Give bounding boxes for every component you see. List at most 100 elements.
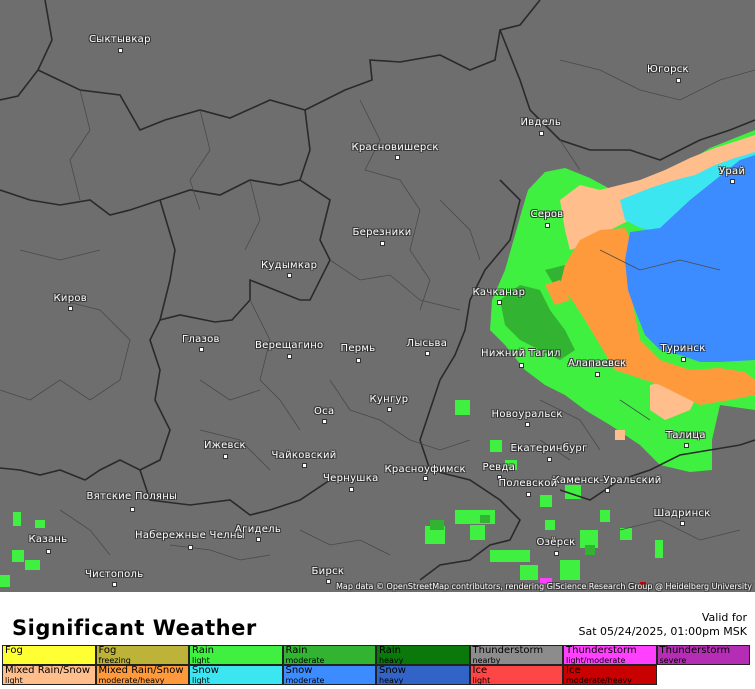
legend-title: Snow <box>285 665 313 676</box>
city-label: Красновишерск <box>351 142 439 153</box>
city-label: Екатеринбург <box>510 443 588 454</box>
city-marker <box>380 241 385 246</box>
city-label: Ижевск <box>204 440 246 451</box>
legend-item: Thunderstorm light/moderate <box>563 645 657 665</box>
legend-subtitle: moderate/heavy <box>566 676 632 685</box>
city-label: Глазов <box>182 334 220 345</box>
city-marker <box>322 419 327 424</box>
city-marker <box>68 306 73 311</box>
weather-map[interactable]: Сыктывкар Югорск Ивдель Красновишерск Урай Се… <box>0 0 755 592</box>
map-attribution[interactable]: Map data © OpenStreetMap contributors, r… <box>336 582 752 591</box>
city-marker <box>349 487 354 492</box>
city-marker <box>684 443 689 448</box>
city-marker <box>497 300 502 305</box>
city-marker <box>680 521 685 526</box>
city-marker <box>46 549 51 554</box>
legend-title: Rain <box>192 645 214 656</box>
city-marker <box>423 476 428 481</box>
legend-item: Rain moderate <box>282 645 376 665</box>
legend-title: Rain <box>379 645 401 656</box>
city-marker <box>681 357 686 362</box>
city-marker <box>525 422 530 427</box>
city-label: Чернушка <box>323 473 379 484</box>
city-label: Оса <box>314 406 335 417</box>
city-marker <box>130 507 135 512</box>
legend-title: Mixed Rain/Snow <box>5 665 91 676</box>
city-label: Пермь <box>340 343 376 354</box>
page-title: Significant Weather <box>12 616 257 640</box>
legend-item: Ice light <box>469 665 563 685</box>
city-label: Алапаевск <box>568 358 627 369</box>
legend-title: Ice <box>566 665 581 676</box>
city-marker <box>545 223 550 228</box>
legend-title: Rain <box>285 645 308 656</box>
map-canvas <box>0 0 755 588</box>
legend-item: Fog freezing <box>95 645 189 665</box>
legend-title: Fog <box>5 645 23 656</box>
city-marker <box>547 457 552 462</box>
legend-item: Mixed Rain/Snow light <box>2 665 96 685</box>
legend-title: Fog <box>98 645 117 656</box>
legend-item: Ice moderate/heavy <box>563 665 657 685</box>
legend-item: Mixed Rain/Snow moderate/heavy <box>95 665 189 685</box>
legend-subtitle: nearby <box>472 656 501 665</box>
valid-label: Valid for <box>701 611 747 624</box>
legend-subtitle: light <box>192 656 210 665</box>
city-marker <box>730 179 735 184</box>
city-label: Ивдель <box>520 117 562 128</box>
city-label: Набережные Челны <box>135 530 245 541</box>
city-label: Березники <box>352 227 412 238</box>
city-marker <box>287 354 292 359</box>
legend-item: Thunderstorm severe <box>656 645 750 665</box>
city-marker <box>676 78 681 83</box>
city-marker <box>395 155 400 160</box>
city-label: Бирск <box>311 566 345 577</box>
legend-subtitle: light <box>472 676 491 685</box>
legend-title: Snow <box>379 665 406 676</box>
valid-time-block: Valid for Sat 05/24/2025, 01:00pm MSK <box>578 611 747 639</box>
city-marker <box>554 551 559 556</box>
legend-subtitle: moderate <box>285 676 325 685</box>
city-label: Сыктывкар <box>89 34 151 45</box>
city-label: Качканар <box>472 287 526 298</box>
city-label: Кунгур <box>369 394 409 405</box>
legend-item: Fog <box>2 645 96 665</box>
city-label: Лысьва <box>406 338 448 349</box>
city-marker <box>539 131 544 136</box>
valid-time: Sat 05/24/2025, 01:00pm MSK <box>578 625 747 638</box>
legend-subtitle: light/moderate <box>566 656 626 665</box>
legend-title: Thunderstorm <box>659 645 731 656</box>
legend-item: Rain light <box>189 645 283 665</box>
city-marker <box>326 579 331 584</box>
city-label: Нижний Тагил <box>481 348 561 359</box>
city-label: Агидель <box>235 524 282 535</box>
city-marker <box>188 545 193 550</box>
city-label: Киров <box>53 293 87 304</box>
city-label: Вятские Поляны <box>86 491 178 502</box>
city-label: Серов <box>530 209 564 220</box>
city-label: Верещагино <box>255 340 324 351</box>
city-marker <box>302 463 307 468</box>
city-label: Туринск <box>660 343 706 354</box>
legend-item: Snow light <box>189 665 283 685</box>
city-label: Урай <box>719 166 746 177</box>
city-label: Новоуральск <box>491 409 563 420</box>
city-label: Полевской <box>498 478 558 489</box>
city-label: Каменск-Уральский <box>552 475 662 486</box>
legend-title: Ice <box>472 665 488 676</box>
legend-subtitle: moderate/heavy <box>98 676 165 685</box>
legend-subtitle: light <box>192 676 210 685</box>
legend-item: Thunderstorm nearby <box>469 645 563 665</box>
city-label: Казань <box>28 534 68 545</box>
legend-subtitle: freezing <box>98 656 131 665</box>
city-marker <box>223 454 228 459</box>
legend-subtitle: severe <box>659 656 687 665</box>
city-marker <box>118 48 123 53</box>
legend-title: Snow <box>192 665 219 676</box>
city-marker <box>595 372 600 377</box>
city-label: Чистополь <box>85 569 144 580</box>
weather-legend: Fog Fog freezing Rain light Rain moderate Rain h… <box>2 645 753 685</box>
city-marker <box>425 351 430 356</box>
legend-subtitle: light <box>5 676 23 685</box>
legend-item <box>656 665 750 685</box>
